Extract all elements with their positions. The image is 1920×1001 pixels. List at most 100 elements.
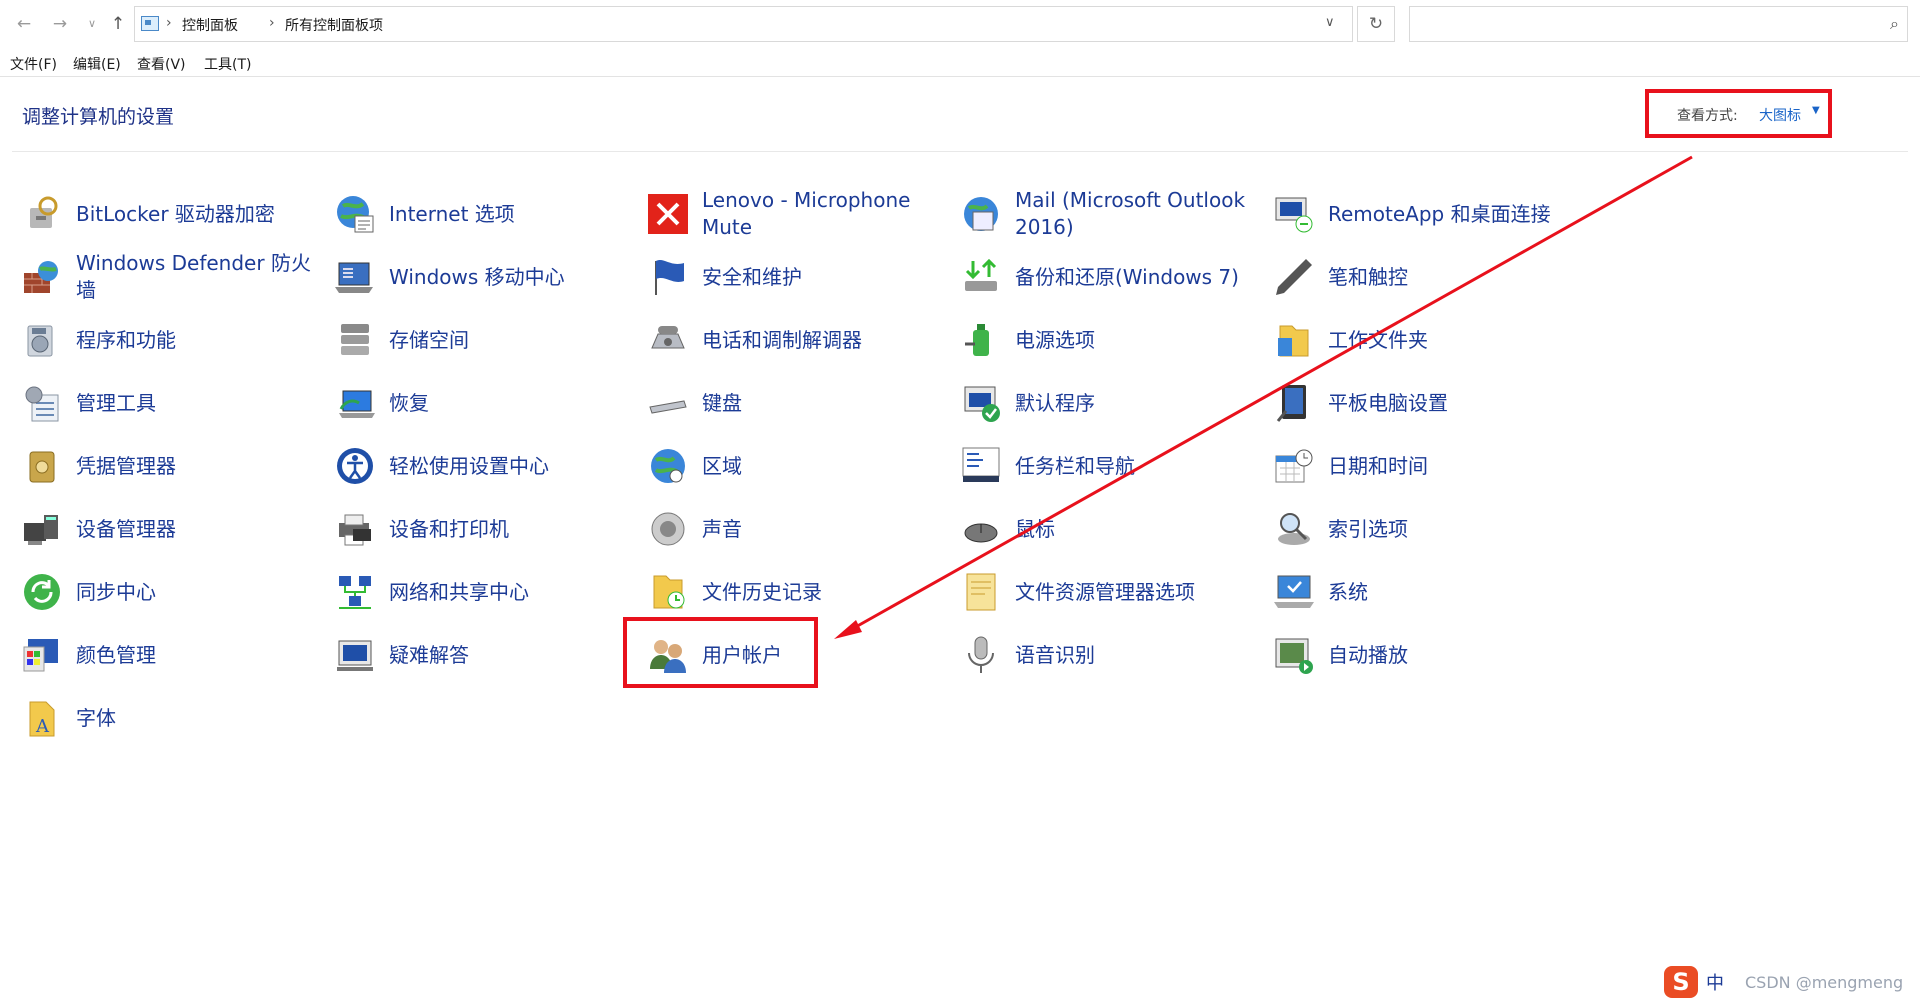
item-region[interactable]: 区域 — [648, 438, 948, 494]
item-label: Windows 移动中心 — [389, 264, 565, 289]
item-ease-of-access[interactable]: 轻松使用设置中心 — [335, 438, 635, 494]
ease-of-access-icon — [335, 446, 375, 486]
item-storage-spaces[interactable]: 存储空间 — [335, 312, 635, 368]
indexing-icon — [1274, 509, 1314, 549]
item-speech-recognition[interactable]: 语音识别 — [961, 627, 1261, 683]
item-windows-defender-firewall[interactable]: Windows Defender 防火墙 — [22, 249, 322, 305]
item-label: 索引选项 — [1328, 516, 1408, 541]
chevron-down-icon[interactable]: ∨ — [1325, 15, 1335, 30]
caret-down-icon[interactable]: ▼ — [1812, 105, 1820, 116]
item-label: 区域 — [702, 453, 742, 478]
item-lenovo-mic-mute[interactable]: Lenovo - Microphone Mute — [648, 186, 948, 242]
item-color-management[interactable]: 颜色管理 — [22, 627, 322, 683]
item-label: 电源选项 — [1015, 327, 1095, 352]
item-devices-printers[interactable]: 设备和打印机 — [335, 501, 635, 557]
item-backup-restore[interactable]: 备份和还原(Windows 7) — [961, 249, 1261, 305]
breadcrumb-control-panel[interactable]: 控制面板 — [182, 15, 238, 35]
item-label: 工作文件夹 — [1328, 327, 1428, 352]
item-bitlocker[interactable]: BitLocker 驱动器加密 — [22, 186, 322, 242]
recent-locations-icon[interactable]: ∨ — [78, 10, 106, 38]
microphone-icon — [961, 635, 1001, 675]
view-by-control[interactable]: 查看方式: 大图标 ▼ — [1645, 89, 1832, 138]
color-management-icon — [22, 635, 62, 675]
menu-tools[interactable]: 工具(T) — [204, 54, 251, 74]
forward-arrow-icon[interactable]: → — [46, 10, 74, 38]
item-keyboard[interactable]: 键盘 — [648, 375, 948, 431]
printer-icon — [335, 509, 375, 549]
item-phone-modem[interactable]: 电话和调制解调器 — [648, 312, 948, 368]
item-label: 声音 — [702, 516, 742, 541]
item-network-sharing[interactable]: 网络和共享中心 — [335, 564, 635, 620]
item-label: 文件资源管理器选项 — [1015, 579, 1195, 604]
view-by-dropdown[interactable]: 大图标 — [1759, 105, 1801, 125]
item-label: 疑难解答 — [389, 642, 469, 667]
refresh-icon[interactable]: ↻ — [1357, 6, 1395, 42]
item-remoteapp[interactable]: RemoteApp 和桌面连接 — [1274, 186, 1574, 242]
firewall-icon — [22, 257, 62, 297]
item-pen-touch[interactable]: 笔和触控 — [1274, 249, 1574, 305]
item-programs-features[interactable]: 程序和功能 — [22, 312, 322, 368]
power-icon — [961, 320, 1001, 360]
item-label: 键盘 — [702, 390, 742, 415]
admin-tools-icon — [22, 383, 62, 423]
search-input[interactable]: ⌕ — [1409, 6, 1908, 42]
network-icon — [335, 572, 375, 612]
item-credential-manager[interactable]: 凭据管理器 — [22, 438, 322, 494]
divider — [12, 151, 1908, 152]
item-mobility-center[interactable]: Windows 移动中心 — [335, 249, 635, 305]
item-power-options[interactable]: 电源选项 — [961, 312, 1261, 368]
item-label: 设备和打印机 — [389, 516, 509, 541]
item-label: 恢复 — [389, 390, 429, 415]
item-troubleshooting[interactable]: 疑难解答 — [335, 627, 635, 683]
item-admin-tools[interactable]: 管理工具 — [22, 375, 322, 431]
item-label: 系统 — [1328, 579, 1368, 604]
mail-icon — [961, 194, 1001, 234]
file-history-icon — [648, 572, 688, 612]
item-mail-outlook[interactable]: Mail (Microsoft Outlook 2016) — [961, 186, 1261, 242]
sogou-ime-icon[interactable]: S — [1664, 966, 1698, 998]
menu-file[interactable]: 文件(F) — [10, 54, 57, 74]
item-fonts[interactable]: A 字体 — [22, 690, 322, 746]
item-label: 存储空间 — [389, 327, 469, 352]
item-label: 网络和共享中心 — [389, 579, 529, 604]
address-input[interactable]: › 控制面板 › 所有控制面板项 ∨ — [134, 6, 1353, 42]
item-file-explorer-options[interactable]: 文件资源管理器选项 — [961, 564, 1261, 620]
folder-options-icon — [961, 572, 1001, 612]
back-arrow-icon[interactable]: ← — [10, 10, 38, 38]
search-icon[interactable]: ⌕ — [1890, 14, 1899, 34]
sync-icon — [22, 572, 62, 612]
watermark: CSDN @mengmeng — [1745, 973, 1904, 992]
item-indexing-options[interactable]: 索引选项 — [1274, 501, 1574, 557]
item-label: 平板电脑设置 — [1328, 390, 1448, 415]
security-flag-icon — [648, 257, 688, 297]
item-date-time[interactable]: 日期和时间 — [1274, 438, 1574, 494]
item-system[interactable]: 系统 — [1274, 564, 1574, 620]
item-internet-options[interactable]: Internet 选项 — [335, 186, 635, 242]
item-mouse[interactable]: 鼠标 — [961, 501, 1261, 557]
menu-edit[interactable]: 编辑(E) — [73, 54, 121, 74]
credential-icon — [22, 446, 62, 486]
item-sync-center[interactable]: 同步中心 — [22, 564, 322, 620]
item-device-manager[interactable]: 设备管理器 — [22, 501, 322, 557]
item-taskbar-navigation[interactable]: 任务栏和导航 — [961, 438, 1261, 494]
programs-icon — [22, 320, 62, 360]
item-sound[interactable]: 声音 — [648, 501, 948, 557]
item-label: 备份和还原(Windows 7) — [1015, 264, 1239, 289]
region-globe-icon — [648, 446, 688, 486]
item-file-history[interactable]: 文件历史记录 — [648, 564, 948, 620]
speaker-icon — [648, 509, 688, 549]
item-default-programs[interactable]: 默认程序 — [961, 375, 1261, 431]
microphone-mute-icon — [648, 194, 688, 234]
breadcrumb-all-items[interactable]: 所有控制面板项 — [285, 15, 383, 35]
item-autoplay[interactable]: 自动播放 — [1274, 627, 1574, 683]
item-label: 颜色管理 — [76, 642, 156, 667]
item-tablet-settings[interactable]: 平板电脑设置 — [1274, 375, 1574, 431]
up-arrow-icon[interactable]: ↑ — [104, 10, 132, 38]
item-work-folders[interactable]: 工作文件夹 — [1274, 312, 1574, 368]
item-recovery[interactable]: 恢复 — [335, 375, 635, 431]
ime-language[interactable]: 中 — [1706, 969, 1724, 995]
bitlocker-icon — [22, 194, 62, 234]
item-security-maintenance[interactable]: 安全和维护 — [648, 249, 948, 305]
menu-view[interactable]: 查看(V) — [137, 54, 186, 74]
system-icon — [1274, 572, 1314, 612]
